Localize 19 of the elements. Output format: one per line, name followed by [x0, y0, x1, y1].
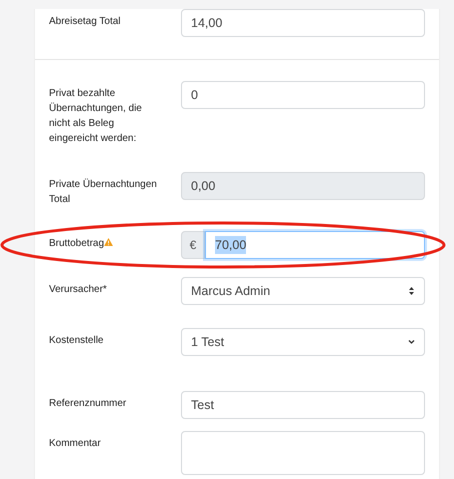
text-field[interactable]: Test [181, 391, 425, 419]
field-label: Private Übernachtungen Total [49, 179, 157, 205]
chevron-icon [408, 338, 415, 346]
field-label: Kostenstelle [49, 335, 104, 346]
comment-textarea[interactable] [181, 431, 425, 475]
select-field[interactable]: Marcus Admin [181, 277, 425, 305]
field-label: Verursacher* [49, 284, 107, 295]
field-label: Kommentar [49, 438, 101, 449]
select-field[interactable]: 1 Test [181, 328, 425, 356]
field-label: Abreisetag Total [49, 16, 121, 27]
amount-field[interactable]: 70,00 [205, 231, 425, 259]
field-label: Privat bezahlte Übernachtungen, die nicht als Beleg eingereicht werden: [49, 88, 142, 144]
field-label: Referenznummer [49, 398, 126, 409]
text-field[interactable]: 14,00 [181, 9, 425, 37]
readonly-field[interactable]: 0,00 [181, 172, 425, 200]
sort-arrows-icon [408, 287, 415, 295]
field-label: Bruttobetrag [49, 238, 104, 249]
currency-prefix: € [181, 231, 205, 259]
text-field[interactable]: 0 [181, 81, 425, 109]
